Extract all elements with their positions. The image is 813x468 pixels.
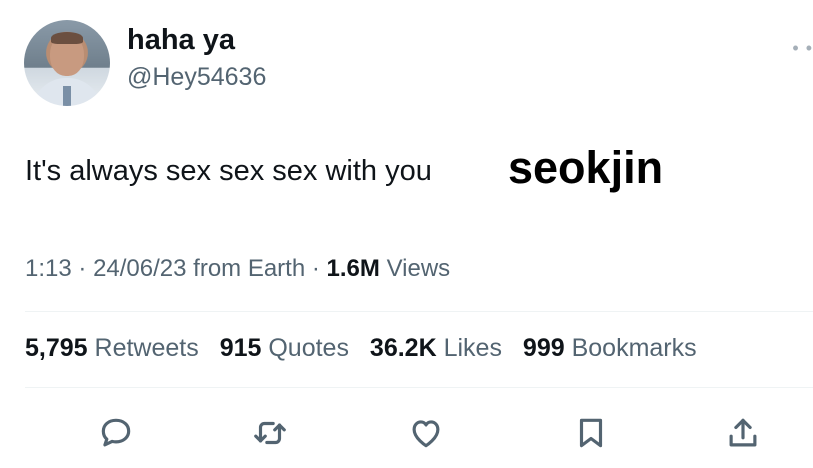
- avatar-hair: [51, 32, 83, 44]
- more-horizontal-icon[interactable]: • •: [792, 38, 813, 59]
- tweet-time: 1:13: [25, 255, 72, 282]
- tweet-text: It's always sex sex sex with you: [25, 155, 432, 187]
- meta-separator: ·: [311, 255, 320, 282]
- bookmark-button[interactable]: [567, 410, 615, 456]
- user-handle[interactable]: @Hey54636: [127, 63, 266, 92]
- like-button[interactable]: [402, 410, 450, 456]
- reply-bubble-icon: [101, 418, 131, 447]
- retweets-stat[interactable]: 5,795 Retweets: [25, 334, 199, 362]
- bookmarks-count: 999: [522, 334, 565, 362]
- tweet-source: from Earth: [193, 255, 306, 282]
- retweets-count: 5,795: [25, 334, 88, 362]
- avatar[interactable]: [24, 20, 110, 106]
- meta-separator: ·: [78, 255, 87, 282]
- engagement-stats: 5,795 Retweets 915 Quotes 36.2K Likes 99…: [25, 334, 711, 363]
- avatar-tie: [63, 86, 71, 106]
- views-label: Views: [386, 255, 451, 282]
- tweet-meta: 1:13 · 24/06/23 from Earth · 1.6M Views: [25, 255, 450, 283]
- retweets-label: Retweets: [94, 334, 199, 362]
- likes-label: Likes: [443, 334, 502, 362]
- heart-icon: [412, 420, 440, 448]
- divider: [25, 311, 813, 312]
- retweet-icon: [254, 421, 286, 445]
- bookmarks-stat[interactable]: 999 Bookmarks: [523, 334, 697, 362]
- action-bar: [0, 410, 813, 456]
- views-count: 1.6M: [326, 255, 380, 282]
- share-upload-icon: [729, 418, 757, 447]
- reply-button[interactable]: [92, 410, 140, 456]
- likes-count: 36.2K: [369, 334, 437, 362]
- divider: [25, 387, 813, 388]
- bookmark-icon: [579, 418, 603, 448]
- display-name[interactable]: haha ya: [127, 24, 235, 57]
- quotes-label: Quotes: [268, 334, 349, 362]
- overlay-caption: seokjin: [508, 142, 664, 193]
- bookmarks-label: Bookmarks: [571, 334, 697, 362]
- retweet-button[interactable]: [246, 410, 294, 456]
- share-button[interactable]: [719, 410, 767, 456]
- quotes-stat[interactable]: 915 Quotes: [220, 334, 349, 362]
- tweet-date: 24/06/23: [93, 255, 187, 282]
- likes-stat[interactable]: 36.2K Likes: [370, 334, 502, 362]
- quotes-count: 915: [219, 334, 262, 362]
